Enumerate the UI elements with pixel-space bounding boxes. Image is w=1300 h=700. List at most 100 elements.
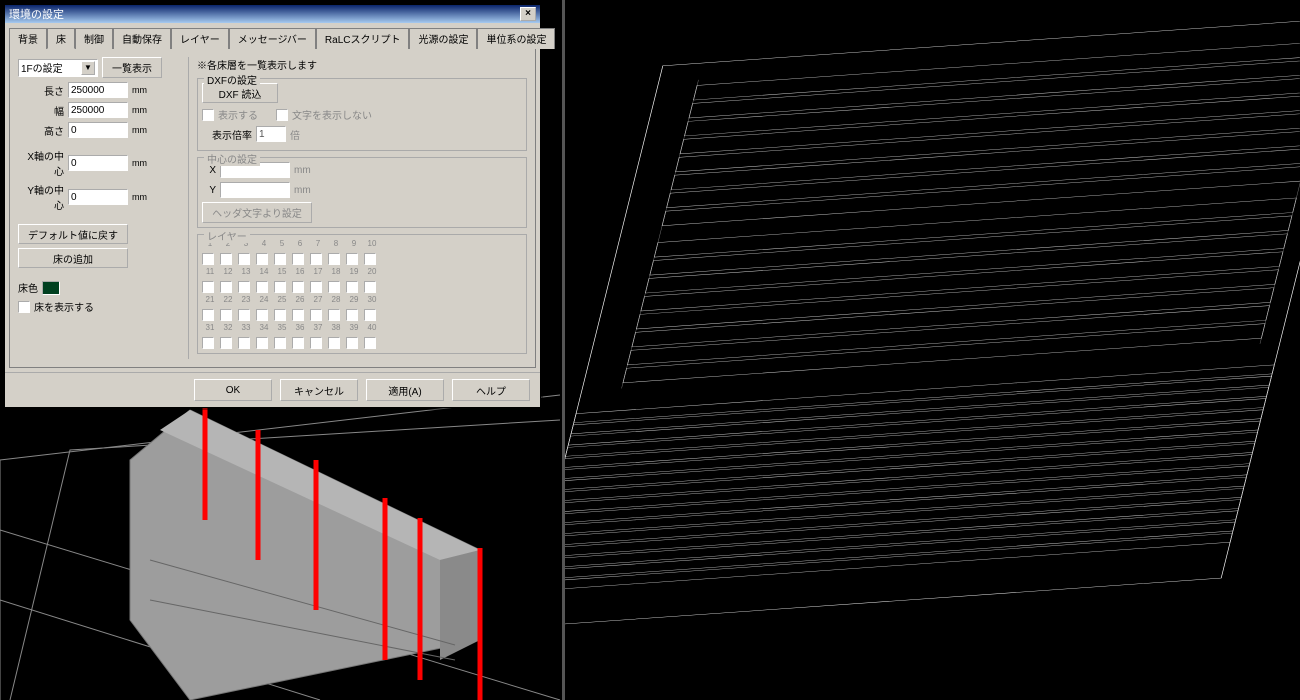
layer-checkbox[interactable] <box>292 281 304 293</box>
tab-layer[interactable]: レイヤー <box>171 28 229 49</box>
dxf-group: DXFの設定 DXF 読込 表示する 文字を表示しない 表示倍率 倍 <box>197 78 527 151</box>
layer-checkbox[interactable] <box>328 337 340 349</box>
layer-header: 23 <box>238 295 254 307</box>
layer-grid: 1234567891011121314151617181920212223242… <box>202 239 522 349</box>
tab-floor[interactable]: 床 <box>47 28 75 49</box>
layer-checkbox[interactable] <box>328 281 340 293</box>
header-set-button: ヘッダ文字より設定 <box>202 202 312 223</box>
layer-header: 12 <box>220 267 236 279</box>
layer-checkbox[interactable] <box>328 309 340 321</box>
layer-checkbox[interactable] <box>256 337 268 349</box>
layer-checkbox[interactable] <box>238 253 250 265</box>
tab-control[interactable]: 制御 <box>75 28 113 49</box>
layer-checkbox[interactable] <box>238 337 250 349</box>
tab-messagebar[interactable]: メッセージバー <box>229 28 316 49</box>
help-button[interactable]: ヘルプ <box>452 379 530 401</box>
layer-checkbox[interactable] <box>202 253 214 265</box>
layer-checkbox[interactable] <box>346 281 358 293</box>
width-unit: mm <box>132 105 147 115</box>
layer-checkbox[interactable] <box>256 281 268 293</box>
layer-checkbox[interactable] <box>220 253 232 265</box>
chevron-down-icon[interactable]: ▼ <box>81 61 95 75</box>
layer-checkbox[interactable] <box>238 281 250 293</box>
layer-checkbox[interactable] <box>310 253 322 265</box>
center-group-title: 中心の設定 <box>204 151 260 166</box>
layer-checkbox[interactable] <box>292 309 304 321</box>
floor-color-label: 床色 <box>18 280 38 295</box>
layer-checkbox[interactable] <box>238 309 250 321</box>
plan-view-canvas[interactable] <box>565 0 1300 700</box>
height-input[interactable] <box>68 122 128 138</box>
floor-right-column: ※各床層を一覧表示します DXFの設定 DXF 読込 表示する 文字を表示しない… <box>188 57 527 359</box>
tab-autosave[interactable]: 自動保存 <box>113 28 171 49</box>
layer-checkbox[interactable] <box>310 337 322 349</box>
layer-checkbox[interactable] <box>310 281 322 293</box>
layer-checkbox[interactable] <box>346 309 358 321</box>
layer-checkbox[interactable] <box>364 309 376 321</box>
layer-checkbox[interactable] <box>256 309 268 321</box>
layer-checkbox[interactable] <box>364 337 376 349</box>
layer-header: 30 <box>364 295 380 307</box>
view-splitter[interactable] <box>562 0 565 700</box>
layer-header: 13 <box>238 267 254 279</box>
layer-header: 7 <box>310 239 326 251</box>
dialog-title: 環境の設定 <box>9 6 64 22</box>
length-input[interactable] <box>68 82 128 98</box>
apply-button[interactable]: 適用(A) <box>366 379 444 401</box>
dialog-button-row: OK キャンセル 適用(A) ヘルプ <box>5 372 540 407</box>
dialog-titlebar[interactable]: 環境の設定 × <box>5 5 540 23</box>
layer-checkbox[interactable] <box>220 281 232 293</box>
layer-checkbox[interactable] <box>274 253 286 265</box>
tab-light[interactable]: 光源の設定 <box>409 28 477 49</box>
ycenter-unit: mm <box>132 192 147 202</box>
layer-header: 20 <box>364 267 380 279</box>
center-y-unit: mm <box>294 185 311 196</box>
dxf-hidetext-checkbox[interactable] <box>276 109 288 121</box>
layer-checkbox[interactable] <box>292 337 304 349</box>
length-unit: mm <box>132 85 147 95</box>
floor-select[interactable]: 1Fの設定 ▼ <box>18 59 98 77</box>
layer-checkbox[interactable] <box>310 309 322 321</box>
layer-checkbox[interactable] <box>328 253 340 265</box>
layer-checkbox[interactable] <box>274 309 286 321</box>
show-floor-checkbox[interactable] <box>18 301 30 313</box>
length-label: 長さ <box>18 83 64 98</box>
layer-checkbox[interactable] <box>292 253 304 265</box>
show-floor-label: 床を表示する <box>34 299 94 314</box>
layer-checkbox[interactable] <box>346 253 358 265</box>
close-icon[interactable]: × <box>520 7 536 21</box>
cancel-button[interactable]: キャンセル <box>280 379 358 401</box>
add-floor-button[interactable]: 床の追加 <box>18 248 128 268</box>
ycenter-input[interactable] <box>68 189 128 205</box>
ycenter-label: Y軸の中心 <box>18 182 64 212</box>
layer-checkbox[interactable] <box>274 281 286 293</box>
layer-checkbox[interactable] <box>256 253 268 265</box>
tab-units[interactable]: 単位系の設定 <box>477 28 555 49</box>
center-y-input <box>220 182 290 198</box>
list-display-button[interactable]: 一覧表示 <box>102 57 162 78</box>
tab-ralc-script[interactable]: RaLCスクリプト <box>316 28 410 49</box>
layer-header: 40 <box>364 323 380 335</box>
dxf-show-label: 表示する <box>218 107 258 122</box>
height-unit: mm <box>132 125 147 135</box>
floor-color-swatch[interactable] <box>42 281 60 295</box>
xcenter-input[interactable] <box>68 155 128 171</box>
width-input[interactable] <box>68 102 128 118</box>
layer-checkbox[interactable] <box>202 281 214 293</box>
tab-background[interactable]: 背景 <box>9 28 47 49</box>
layer-header: 28 <box>328 295 344 307</box>
layer-checkbox[interactable] <box>220 309 232 321</box>
layer-header: 11 <box>202 267 218 279</box>
layer-checkbox[interactable] <box>274 337 286 349</box>
dxf-show-checkbox[interactable] <box>202 109 214 121</box>
layer-checkbox[interactable] <box>346 337 358 349</box>
layer-checkbox[interactable] <box>202 337 214 349</box>
layer-checkbox[interactable] <box>220 337 232 349</box>
layer-checkbox[interactable] <box>364 253 376 265</box>
layer-header: 4 <box>256 239 272 251</box>
layer-checkbox[interactable] <box>202 309 214 321</box>
restore-default-button[interactable]: デフォルト値に戻す <box>18 224 128 244</box>
dxf-hidetext-label: 文字を表示しない <box>292 107 372 122</box>
layer-checkbox[interactable] <box>364 281 376 293</box>
ok-button[interactable]: OK <box>194 379 272 401</box>
